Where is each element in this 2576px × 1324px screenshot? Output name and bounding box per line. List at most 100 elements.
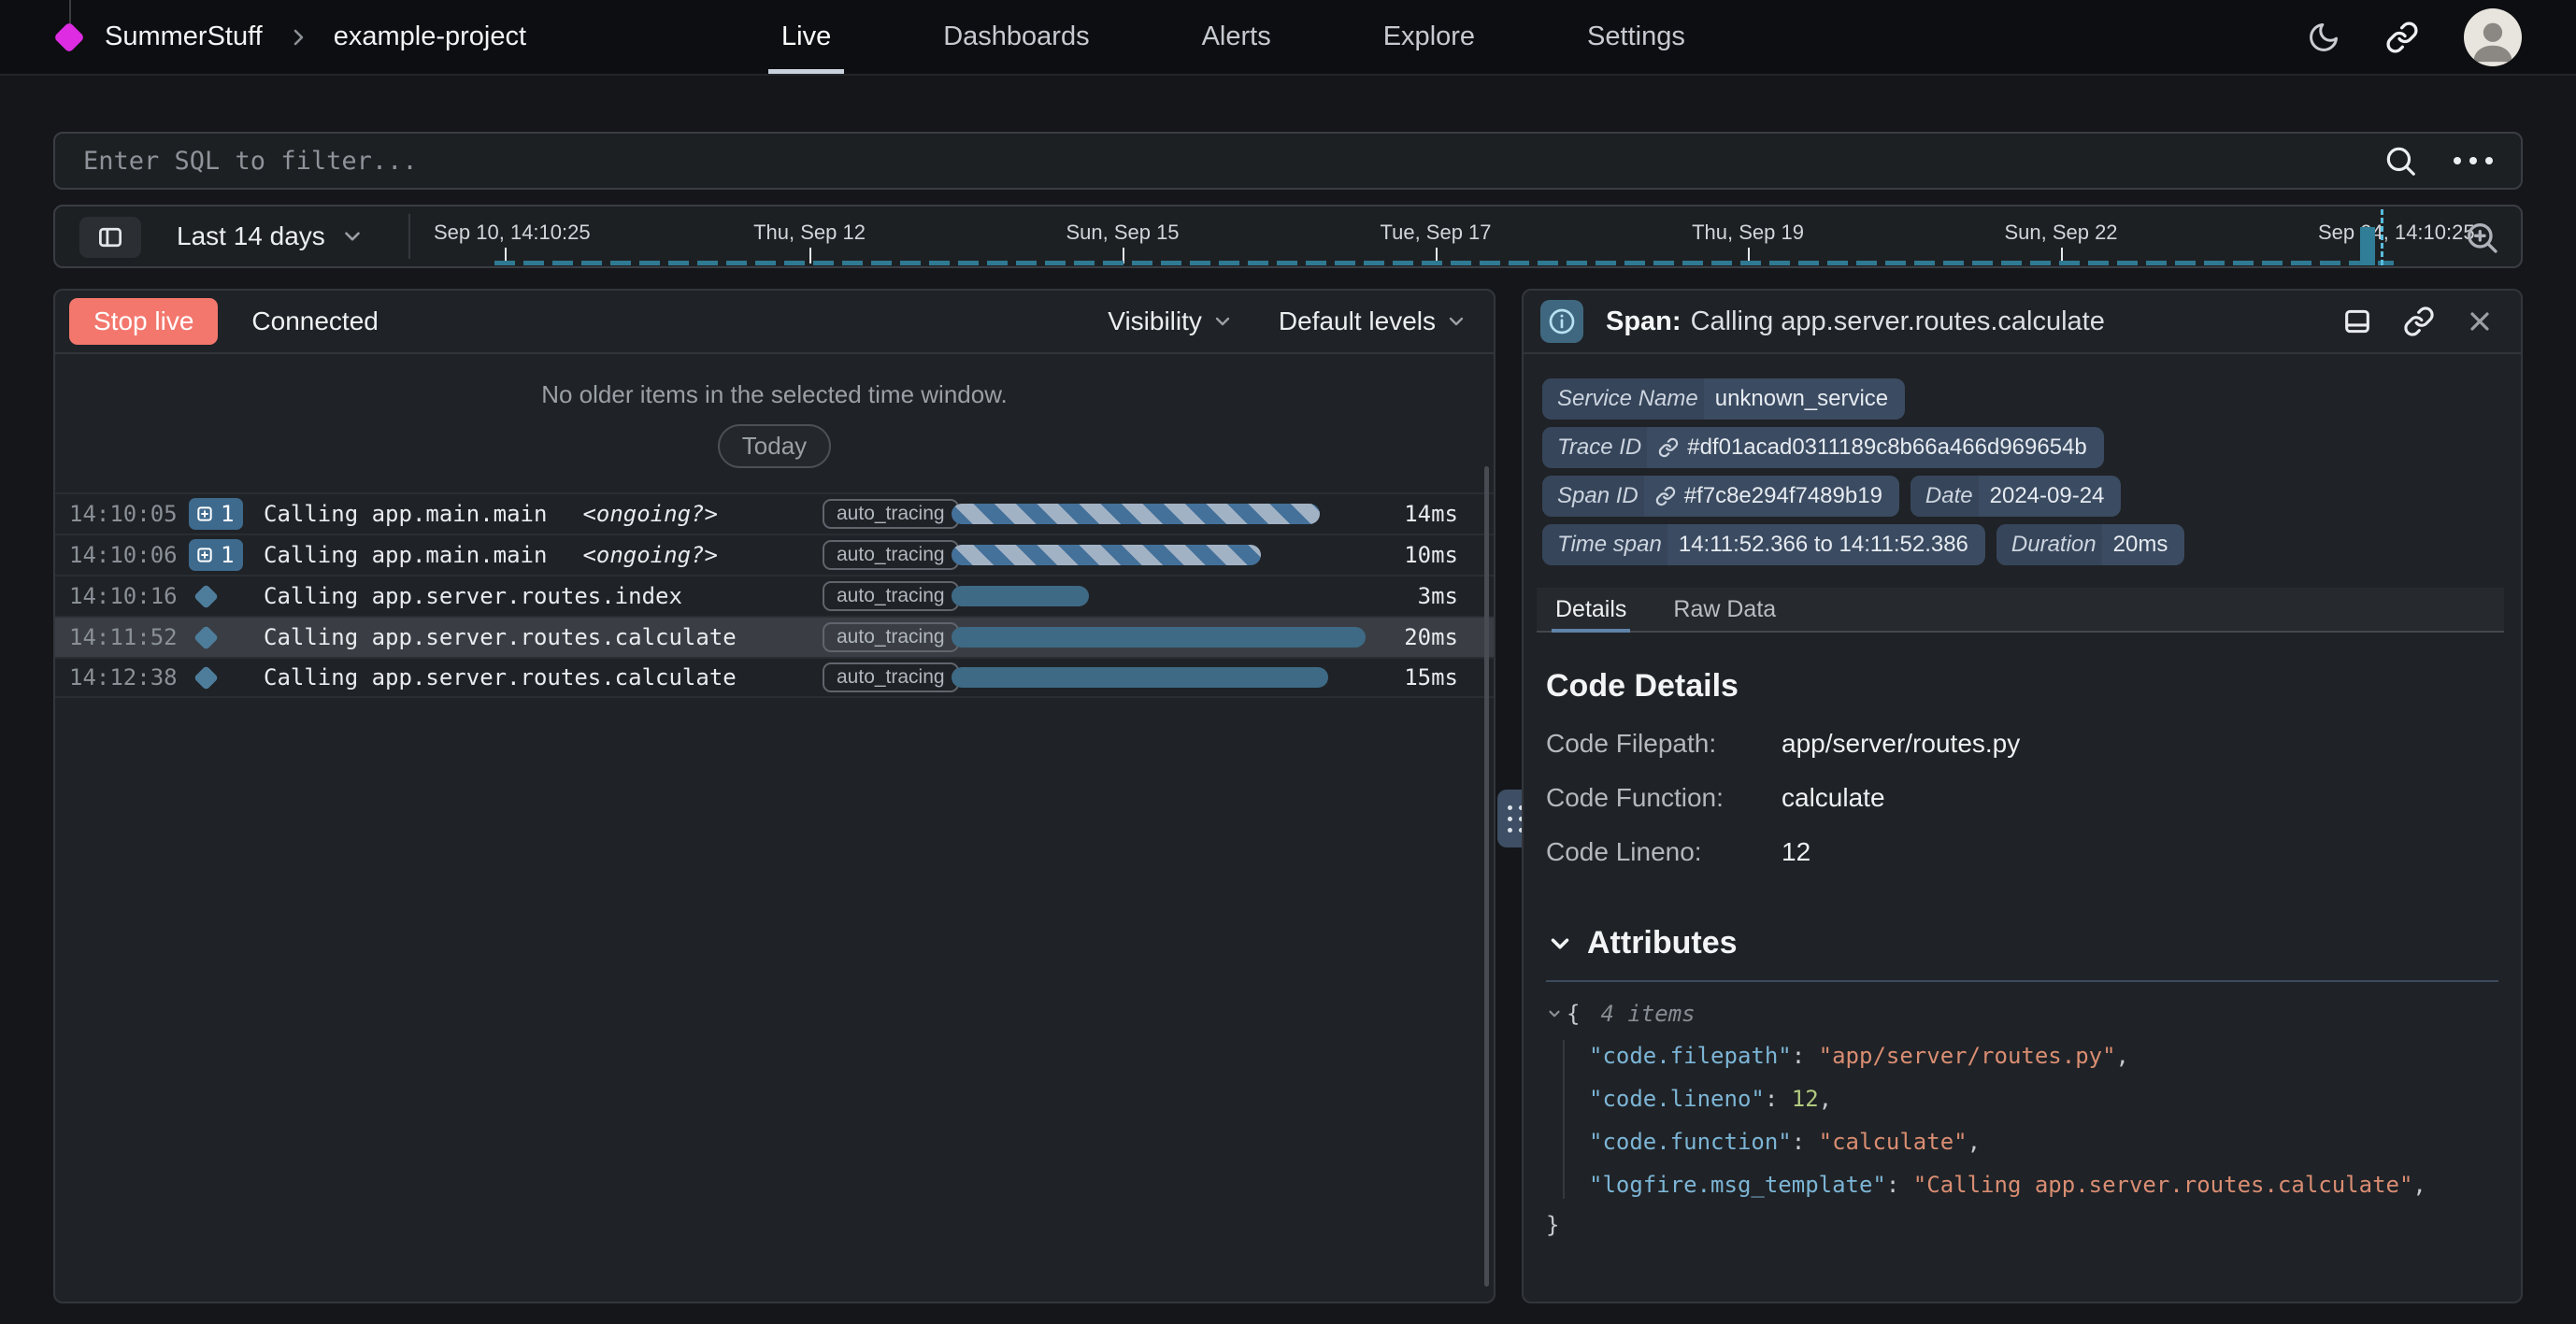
chevron-down-icon (340, 224, 365, 249)
chevron-down-icon (1445, 310, 1467, 333)
share-link-icon[interactable] (2385, 21, 2419, 54)
trace-timestamp: 14:11:52 (69, 624, 189, 650)
json-colon: : (1886, 1172, 1913, 1198)
trace-row[interactable]: 14:11:52Calling app.server.routes.calcul… (55, 616, 1494, 657)
trace-icon-slot (189, 669, 264, 687)
duration-label: 3ms (1418, 583, 1458, 609)
span-diamond-icon (193, 625, 219, 650)
trace-row[interactable]: 14:10:051Calling app.main.main<ongoing?>… (55, 492, 1494, 534)
ongoing-label: <ongoing?> (582, 501, 718, 527)
children-count-badge[interactable]: 1 (189, 498, 243, 530)
tab-alerts[interactable]: Alerts (1189, 0, 1284, 74)
attributes-heading[interactable]: Attributes (1546, 925, 2498, 961)
auto-tracing-tag: auto_tracing (823, 499, 959, 529)
expand-plus-icon (195, 546, 214, 564)
trace-row[interactable]: 14:10:061Calling app.main.main<ongoing?>… (55, 534, 1494, 575)
chip-value: #df01acad0311189c8b66a466d969654b (1647, 427, 2104, 468)
metadata-chip: Date2024-09-24 (1911, 476, 2121, 517)
chip-label: Span ID (1542, 476, 1644, 517)
sql-filter-input[interactable]: Enter SQL to filter... (53, 132, 2523, 190)
timeline-tick-label: Thu, Sep 12 (753, 221, 866, 245)
duration-label: 10ms (1404, 542, 1458, 568)
header-actions (2307, 8, 2576, 66)
json-collapse-icon[interactable] (1546, 1005, 1563, 1022)
dark-mode-icon[interactable] (2307, 21, 2340, 54)
link-icon[interactable] (1655, 486, 1676, 506)
user-avatar[interactable] (2464, 8, 2522, 66)
json-colon: : (1792, 1129, 1819, 1155)
attributes-heading-text: Attributes (1587, 925, 1738, 961)
chip-value: 2024-09-24 (1979, 476, 2122, 517)
json-value: "app/server/routes.py" (1819, 1043, 2116, 1069)
panel-layout-icon[interactable] (2341, 306, 2373, 337)
tab-live[interactable]: Live (768, 0, 844, 74)
chip-value: 14:11:52.366 to 14:11:52.386 (1667, 524, 1985, 565)
trace-timestamp: 14:10:16 (69, 583, 189, 609)
chip-value-text: 14:11:52.366 to 14:11:52.386 (1679, 532, 1968, 558)
code-detail-value: app/server/routes.py (1782, 729, 2020, 759)
info-icon (1540, 300, 1583, 343)
json-key: "code.function" (1589, 1129, 1792, 1155)
link-icon[interactable] (1658, 437, 1679, 458)
close-icon[interactable] (2465, 306, 2495, 336)
duration-bar (952, 586, 1089, 606)
time-range-label: Last 14 days (177, 221, 325, 251)
detail-tab-details[interactable]: Details (1552, 588, 1630, 631)
expand-plus-icon (195, 505, 214, 523)
decorative-line (69, 0, 71, 24)
org-name[interactable]: SummerStuff (105, 21, 263, 52)
visibility-dropdown[interactable]: Visibility (1108, 306, 1234, 336)
chip-value-text: #f7c8e294f7489b19 (1684, 483, 1882, 509)
trace-timestamp: 14:12:38 (69, 664, 189, 690)
json-key: "code.lineno" (1589, 1086, 1765, 1112)
trace-message: Calling app.server.routes.calculate (264, 664, 737, 690)
detail-tab-raw-data[interactable]: Raw Data (1669, 588, 1780, 631)
trace-message: Calling app.server.routes.index (264, 583, 682, 609)
zoom-in-icon[interactable] (2463, 219, 2500, 256)
stop-live-button[interactable]: Stop live (69, 298, 218, 345)
more-options-button[interactable] (2454, 157, 2493, 164)
metadata-chip: Trace ID#df01acad0311189c8b66a466d969654… (1542, 427, 2104, 468)
timeline-activity-spike (2360, 227, 2375, 265)
tab-settings[interactable]: Settings (1574, 0, 1698, 74)
json-value: "Calling app.server.routes.calculate" (1913, 1172, 2413, 1198)
copy-link-icon[interactable] (2403, 306, 2435, 337)
tab-explore[interactable]: Explore (1370, 0, 1488, 74)
json-close-brace: } (1546, 1212, 2498, 1238)
today-button[interactable]: Today (718, 424, 831, 468)
json-open-brace: { (1567, 1001, 1580, 1027)
brand-logo-icon[interactable] (53, 21, 85, 53)
json-attribute-line: "code.filepath": "app/server/routes.py", (1546, 1042, 2498, 1070)
chip-value-text: 20ms (2113, 532, 2168, 558)
search-icon[interactable] (2383, 143, 2418, 178)
span-panel-header: Span:Calling app.server.routes.calculate (1524, 291, 2521, 354)
sidebar-toggle-button[interactable] (79, 217, 141, 258)
children-count: 1 (221, 542, 234, 568)
breadcrumb: SummerStuff example-project (0, 21, 526, 52)
span-diamond-icon (193, 584, 219, 609)
json-key: "logfire.msg_template" (1589, 1172, 1886, 1198)
chip-value-text: unknown_service (1715, 386, 1888, 412)
timeline-cursor[interactable] (2381, 209, 2383, 265)
json-comma: , (1819, 1086, 1832, 1112)
trace-timestamp: 14:10:06 (69, 542, 189, 568)
json-items-note: 4 items (1600, 1001, 1695, 1027)
span-title-prefix: Span: (1606, 306, 1682, 336)
app-header: SummerStuff example-project Live Dashboar… (0, 0, 2576, 76)
duration-bar (952, 545, 1261, 565)
code-detail-value: calculate (1782, 783, 1885, 813)
json-key: "code.filepath" (1589, 1043, 1792, 1069)
project-name[interactable]: example-project (334, 21, 526, 52)
tab-dashboards[interactable]: Dashboards (930, 0, 1102, 74)
scrollbar[interactable] (1484, 466, 1489, 1287)
time-range-dropdown[interactable]: Last 14 days (177, 206, 365, 266)
trace-row[interactable]: 14:10:16Calling app.server.routes.indexa… (55, 575, 1494, 616)
trace-row[interactable]: 14:12:38 Calling app.server.routes.calcul… (55, 657, 1494, 698)
json-value: 12 (1792, 1086, 1819, 1112)
children-count-badge[interactable]: 1 (189, 539, 243, 571)
metadata-chip: Duration20ms (1996, 524, 2184, 565)
trace-icon-slot (189, 629, 264, 647)
default-levels-dropdown[interactable]: Default levels (1279, 306, 1467, 336)
duration-label: 14ms (1404, 501, 1458, 527)
default-levels-label: Default levels (1279, 306, 1436, 336)
